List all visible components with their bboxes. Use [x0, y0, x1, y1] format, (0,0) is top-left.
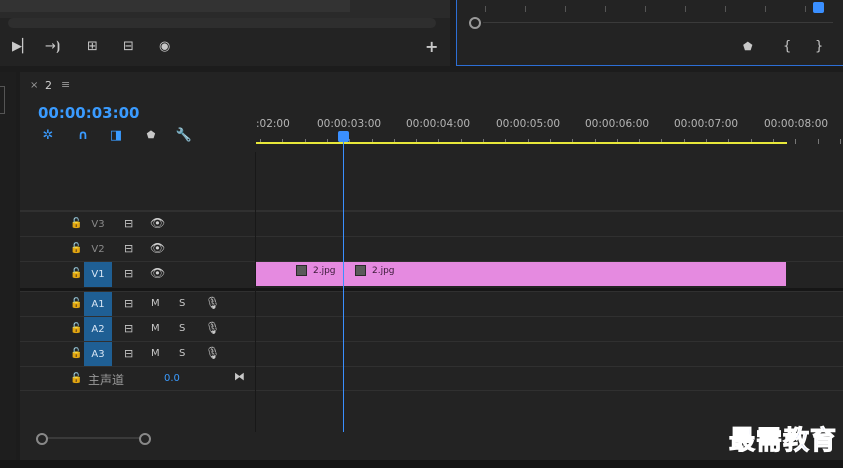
track-row-a1: 🔓 A1 ⊟ M S 🎙 [20, 291, 843, 316]
program-ruler[interactable] [465, 0, 837, 16]
mute-button[interactable]: M [151, 298, 160, 309]
eye-icon[interactable]: 👁 [150, 216, 165, 230]
video-clip[interactable]: 2.jpg 2.jpg [256, 262, 786, 286]
mute-button[interactable]: M [151, 348, 160, 359]
fx-badge-icon [296, 265, 307, 276]
watermark: 最需教育 [728, 426, 837, 457]
timeline-scrollbar[interactable] [20, 432, 843, 446]
wrench-icon[interactable]: 🔧 [176, 127, 192, 143]
clip-name: 2.jpg [313, 265, 336, 276]
sync-lock-icon[interactable]: ⊟ [124, 297, 133, 310]
snap-icon[interactable]: ∩ [75, 127, 91, 143]
lock-icon[interactable]: 🔓 [70, 348, 82, 359]
linked-selection-icon[interactable]: ◨ [108, 127, 124, 143]
sync-lock-icon[interactable]: ⊟ [124, 217, 133, 230]
lock-icon[interactable]: 🔓 [70, 323, 82, 334]
clip-label: 2.jpg [296, 265, 336, 276]
master-volume-value[interactable]: 0.0 [164, 373, 180, 384]
ruler-tick [817, 139, 819, 144]
add-button-icon[interactable]: + [425, 39, 438, 55]
track-name-v1[interactable]: V1 [84, 262, 112, 287]
clip-label: 2.jpg [355, 265, 395, 276]
panel-menu-icon[interactable]: ≡ [61, 78, 70, 91]
ruler-tick [795, 139, 797, 144]
lock-icon[interactable]: 🔓 [70, 298, 82, 309]
tools-strip [0, 72, 16, 468]
add-marker-icon[interactable]: ⬟ [143, 127, 159, 143]
mark-out-icon[interactable]: } [815, 40, 823, 54]
camera-icon[interactable]: ◉ [159, 40, 170, 54]
sync-lock-icon[interactable]: ⊟ [124, 347, 133, 360]
insert-icon[interactable]: →⦘ [45, 40, 60, 54]
track-row-v3: 🔓 V3 ⊟ 👁 [20, 211, 843, 236]
master-track-label: 主声道 [88, 373, 125, 387]
sync-lock-icon[interactable]: ⊟ [124, 322, 133, 335]
track-row-a3: 🔓 A3 ⊟ M S 🎙 [20, 341, 843, 366]
lock-icon[interactable]: 🔓 [70, 218, 82, 229]
track-row-a2: 🔓 A2 ⊟ M S 🎙 [20, 316, 843, 341]
eye-icon[interactable]: 👁 [150, 241, 165, 255]
track-row-master: 🔓 主声道 0.0 ⧓ [20, 366, 843, 391]
mute-button[interactable]: M [151, 323, 160, 334]
sync-lock-icon[interactable]: ⊟ [124, 242, 133, 255]
scroll-left-handle[interactable] [36, 433, 48, 445]
lift-icon[interactable]: ⊞ [87, 40, 98, 54]
microphone-icon[interactable]: 🎙 [205, 296, 220, 310]
close-tab-icon[interactable]: × [30, 80, 38, 91]
mark-in-icon[interactable]: { [783, 40, 791, 54]
source-monitor-ruler[interactable] [0, 0, 450, 18]
track-name-a1[interactable]: A1 [84, 292, 112, 316]
ruler-label: 00:00:08:00 [764, 118, 829, 130]
program-monitor-panel: ⬟ { } [456, 0, 843, 66]
ruler-label: 00:00:06:00 [585, 118, 650, 130]
time-ruler[interactable]: :02:00 00:00:03:00 00:00:04:00 00:00:05:… [256, 110, 843, 150]
track-name-v3[interactable]: V3 [84, 212, 112, 236]
source-scrollbar[interactable] [8, 18, 436, 28]
sequence-tab[interactable]: 2 [45, 79, 52, 92]
ruler-label: :02:00 [256, 118, 290, 130]
lock-icon[interactable]: 🔓 [70, 243, 82, 254]
track-row-v2: 🔓 V2 ⊟ 👁 [20, 236, 843, 261]
playhead-handle[interactable] [338, 131, 349, 142]
microphone-icon[interactable]: 🎙 [205, 346, 220, 360]
microphone-icon[interactable]: 🎙 [205, 321, 220, 335]
sync-lock-icon[interactable]: ⊟ [124, 267, 133, 280]
master-meter-icon[interactable]: ⧓ [234, 370, 245, 383]
source-monitor-panel: ▶▏ →⦘ ⊞ ⊟ ◉ + [0, 0, 450, 66]
program-playhead[interactable] [813, 2, 824, 13]
work-area-bar[interactable] [256, 142, 787, 144]
playhead-line[interactable] [343, 140, 344, 432]
lock-icon[interactable]: 🔓 [70, 373, 82, 384]
eye-icon[interactable]: 👁 [150, 266, 165, 280]
program-scroll-knob[interactable] [469, 17, 481, 29]
ruler-label: 00:00:03:00 [317, 118, 382, 130]
ruler-label: 00:00:07:00 [674, 118, 739, 130]
track-name-a2[interactable]: A2 [84, 317, 112, 341]
ruler-label: 00:00:05:00 [496, 118, 561, 130]
marker-icon[interactable]: ⬟ [743, 40, 753, 54]
clip-name: 2.jpg [372, 265, 395, 276]
ruler-label: 00:00:04:00 [406, 118, 471, 130]
timecode-display[interactable]: 00:00:03:00 [38, 104, 140, 122]
extract-icon[interactable]: ⊟ [123, 40, 134, 54]
nest-icon[interactable]: ✲ [40, 127, 56, 143]
fx-badge-icon [355, 265, 366, 276]
solo-button[interactable]: S [179, 348, 185, 359]
ruler-tick [839, 139, 841, 144]
lock-icon[interactable]: 🔓 [70, 268, 82, 279]
track-name-a3[interactable]: A3 [84, 342, 112, 366]
step-forward-icon[interactable]: ▶▏ [12, 40, 32, 54]
solo-button[interactable]: S [179, 298, 185, 309]
solo-button[interactable]: S [179, 323, 185, 334]
track-name-v2[interactable]: V2 [84, 237, 112, 261]
scroll-right-handle[interactable] [139, 433, 151, 445]
